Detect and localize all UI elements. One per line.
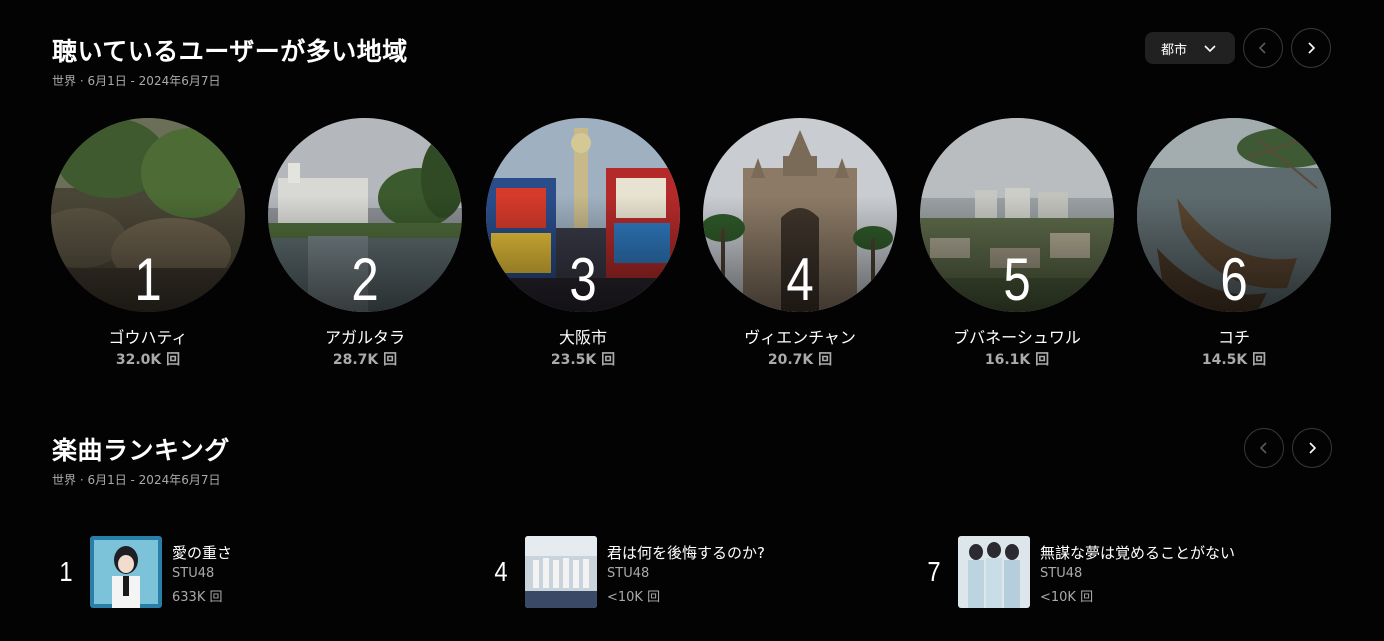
- song-row[interactable]: 1 愛の重さ STU48 633K 回: [54, 536, 454, 608]
- songs-section: 楽曲ランキング 世界 · 6月1日 - 2024年6月7日 1 愛の重さ STU…: [0, 0, 1384, 641]
- songs-subtitle: 世界 · 6月1日 - 2024年6月7日: [52, 473, 221, 487]
- song-thumbnail[interactable]: [525, 536, 597, 608]
- songs-title: 楽曲ランキング: [52, 436, 230, 465]
- song-row[interactable]: 4 君は何を後悔するのか? STU48 <10K 回: [489, 536, 889, 608]
- song-thumbnail[interactable]: [90, 536, 162, 608]
- song-title[interactable]: 愛の重さ: [172, 542, 232, 563]
- song-thumbnail[interactable]: [958, 536, 1030, 608]
- song-artist[interactable]: STU48: [1040, 566, 1082, 581]
- song-row[interactable]: 7 無謀な夢は覚めることがない STU48 <10K 回: [922, 536, 1342, 608]
- song-artist[interactable]: STU48: [607, 566, 649, 581]
- song-title[interactable]: 君は何を後悔するのか?: [607, 542, 765, 563]
- chevron-right-icon: [1309, 442, 1317, 454]
- song-rank: 1: [59, 556, 73, 587]
- chevron-left-icon: [1259, 442, 1267, 454]
- song-artist[interactable]: STU48: [172, 566, 214, 581]
- songs-prev-button[interactable]: [1244, 428, 1284, 468]
- song-plays: 633K 回: [172, 590, 223, 605]
- song-title[interactable]: 無謀な夢は覚めることがない: [1040, 542, 1235, 563]
- song-rank: 7: [927, 556, 941, 587]
- song-rank: 4: [494, 556, 508, 587]
- songs-next-button[interactable]: [1292, 428, 1332, 468]
- song-plays: <10K 回: [607, 590, 661, 605]
- song-plays: <10K 回: [1040, 590, 1094, 605]
